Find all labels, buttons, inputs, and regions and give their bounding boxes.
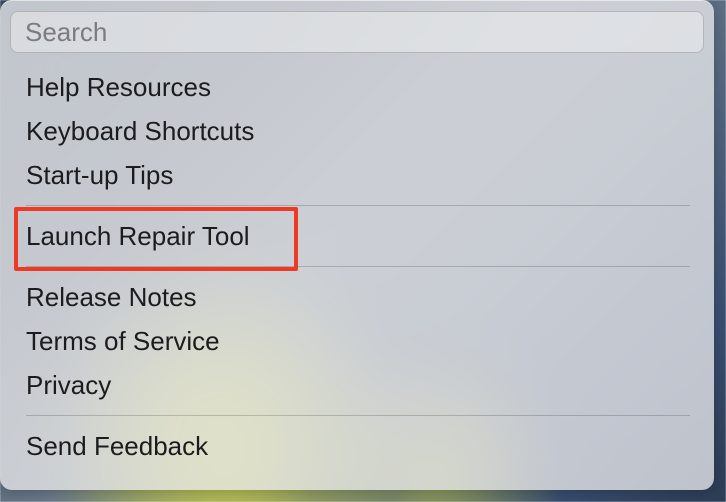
menu-item-keyboard-shortcuts[interactable]: Keyboard Shortcuts xyxy=(0,109,714,153)
menu-item-terms-of-service[interactable]: Terms of Service xyxy=(0,319,714,363)
search-input[interactable] xyxy=(10,11,704,53)
help-menu-panel: Help Resources Keyboard Shortcuts Start-… xyxy=(0,0,714,490)
menu-item-send-feedback[interactable]: Send Feedback xyxy=(0,424,714,468)
menu-separator xyxy=(26,266,690,267)
menu-item-help-resources[interactable]: Help Resources xyxy=(0,65,714,109)
menu-item-release-notes[interactable]: Release Notes xyxy=(0,275,714,319)
menu-separator xyxy=(26,205,690,206)
search-wrap xyxy=(0,11,714,61)
help-menu: Help Resources Keyboard Shortcuts Start-… xyxy=(0,61,714,490)
menu-separator xyxy=(26,415,690,416)
menu-item-privacy[interactable]: Privacy xyxy=(0,363,714,407)
menu-item-startup-tips[interactable]: Start-up Tips xyxy=(0,153,714,197)
menu-item-launch-repair-tool[interactable]: Launch Repair Tool xyxy=(0,214,714,258)
